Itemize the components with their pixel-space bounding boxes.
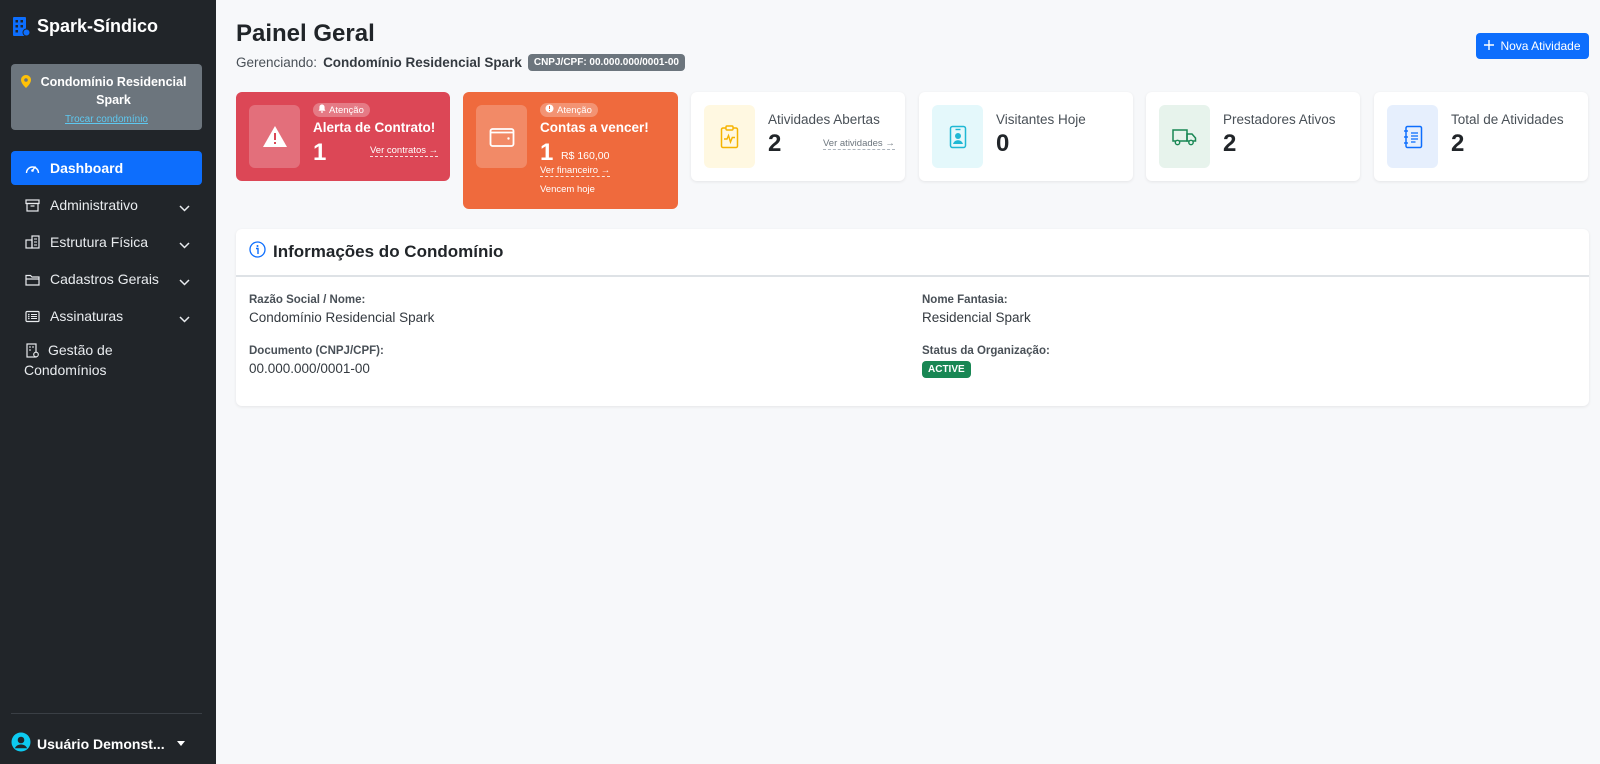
sidebar-item-label: Dashboard [50, 160, 124, 176]
sidebar-item-estrutura-fisica[interactable]: Estrutura Física [11, 225, 202, 259]
warning-icon [249, 105, 300, 168]
field-label: Razão Social / Nome: [249, 294, 366, 306]
sidebar-item-label: Gestão de Condomínios [24, 342, 113, 378]
alert-count: 1 [540, 139, 554, 166]
card-list-icon [24, 308, 40, 324]
speedometer-icon [24, 160, 40, 176]
status-badge: ACTIVE [922, 361, 971, 378]
caret-down-icon [176, 741, 185, 746]
sidebar-item-dashboard[interactable]: Dashboard [11, 151, 202, 185]
brand[interactable]: Spark-Síndico [12, 16, 158, 37]
info-circle-icon [545, 104, 554, 116]
field-status: Status da Organização: ACTIVE [922, 345, 1050, 378]
attention-badge: Atenção [540, 103, 598, 117]
alert-count: 1 [313, 139, 327, 166]
field-razao-social: Razão Social / Nome: Condomínio Residenc… [249, 294, 434, 325]
managing-info: Gerenciando: Condomínio Residencial Spar… [236, 54, 685, 71]
clipboard-pulse-icon [704, 105, 755, 168]
alert-title: Contas a vencer! [540, 120, 649, 135]
field-value: 00.000.000/0001-00 [249, 361, 370, 376]
stat-value: 2 [768, 130, 782, 157]
plus-icon [1484, 39, 1495, 53]
user-name: Usuário Demonst... [37, 735, 165, 752]
chevron-down-icon [179, 273, 190, 289]
building-icon [12, 16, 31, 37]
sidebar-item-administrativo[interactable]: Administrativo [11, 188, 202, 222]
journal-text-icon [1387, 105, 1438, 168]
sidebar-nav: Dashboard Administrativo Estrutura Físic… [11, 151, 202, 383]
archive-icon [24, 197, 40, 213]
view-contracts-link[interactable]: Ver contratos → [370, 145, 439, 157]
field-value: Residencial Spark [922, 310, 1031, 325]
field-value: Condomínio Residencial Spark [249, 310, 435, 325]
attention-badge: Atenção [313, 103, 370, 117]
field-label: Documento (CNPJ/CPF): [249, 345, 384, 357]
new-activity-button[interactable]: Nova Atividade [1476, 33, 1589, 59]
user-avatar-icon [11, 732, 31, 755]
sidebar-item-label: Assinaturas [50, 308, 124, 324]
sidebar: Spark-Síndico Condomínio Residencial Spa… [0, 0, 216, 764]
stat-label: Visitantes Hoje [996, 112, 1086, 127]
user-menu[interactable]: Usuário Demonst... [11, 732, 185, 755]
condominium-info-panel: Informações do Condomínio Razão Social /… [236, 229, 1589, 406]
view-activities-link[interactable]: Ver atividades → [823, 138, 895, 150]
stat-card-open-activities[interactable]: Atividades Abertas 2 Ver atividades → [691, 92, 905, 181]
managing-condominium-name: Condomínio Residencial Spark [323, 55, 522, 70]
bell-icon [318, 104, 326, 116]
sidebar-item-label: Administrativo [50, 197, 138, 213]
chevron-down-icon [179, 310, 190, 326]
new-activity-label: Nova Atividade [1500, 39, 1581, 53]
info-panel-header: Informações do Condomínio [236, 229, 1589, 277]
sidebar-item-assinaturas[interactable]: Assinaturas [11, 299, 202, 333]
geo-pin-icon [21, 73, 31, 109]
stat-card-active-providers[interactable]: Prestadores Ativos 2 [1146, 92, 1360, 181]
chevron-down-icon [179, 199, 190, 215]
current-condominium-name: Condomínio Residencial Spark [40, 75, 187, 107]
sidebar-item-gestao-condominios[interactable]: Gestão de Condomínios [11, 336, 202, 380]
field-label: Nome Fantasia: [922, 294, 1008, 306]
stat-label: Atividades Abertas [768, 112, 880, 127]
sidebar-item-cadastros-gerais[interactable]: Cadastros Gerais [11, 262, 202, 296]
field-label: Status da Organização: [922, 345, 1050, 357]
stat-card-visitors-today[interactable]: Visitantes Hoje 0 [919, 92, 1133, 181]
person-badge-icon [932, 105, 983, 168]
info-icon [249, 241, 266, 263]
folder-icon [24, 271, 40, 287]
wallet-icon [476, 105, 527, 168]
managing-prefix: Gerenciando: [236, 55, 318, 70]
stat-value: 2 [1451, 130, 1465, 157]
info-panel-title: Informações do Condomínio [273, 242, 504, 261]
bills-due-card[interactable]: Atenção Contas a vencer! 1 R$ 160,00 Ver… [463, 92, 678, 209]
chevron-down-icon [179, 236, 190, 252]
view-financial-link[interactable]: Ver financeiro → [540, 165, 611, 177]
stat-label: Total de Atividades [1451, 112, 1564, 127]
stat-value: 2 [1223, 130, 1237, 157]
current-condominium-card: Condomínio Residencial Spark Trocar cond… [11, 64, 202, 130]
contract-alert-card[interactable]: Atenção Alerta de Contrato! 1 Ver contra… [236, 92, 450, 181]
switch-condominium-link[interactable]: Trocar condomínio [65, 114, 148, 125]
field-documento: Documento (CNPJ/CPF): 00.000.000/0001-00 [249, 345, 384, 376]
sidebar-item-label: Estrutura Física [50, 234, 149, 250]
attention-label: Atenção [329, 104, 364, 116]
truck-icon [1159, 105, 1210, 168]
sidebar-item-label: Cadastros Gerais [50, 271, 159, 287]
brand-name: Spark-Síndico [37, 16, 159, 36]
stat-value: 0 [996, 130, 1010, 157]
field-nome-fantasia: Nome Fantasia: Residencial Spark [922, 294, 1031, 325]
stat-label: Prestadores Ativos [1223, 112, 1336, 127]
due-today-text: Vencem hoje [540, 184, 595, 195]
attention-label: Atenção [557, 104, 592, 116]
alert-amount: R$ 160,00 [561, 150, 610, 162]
alert-title: Alerta de Contrato! [313, 120, 436, 135]
stat-card-total-activities[interactable]: Total de Atividades 2 [1374, 92, 1588, 181]
sidebar-divider [11, 713, 202, 714]
page-title: Painel Geral [236, 20, 375, 47]
cnpj-badge: CNPJ/CPF: 00.000.000/0001-00 [527, 54, 685, 71]
buildings-icon [24, 234, 40, 250]
